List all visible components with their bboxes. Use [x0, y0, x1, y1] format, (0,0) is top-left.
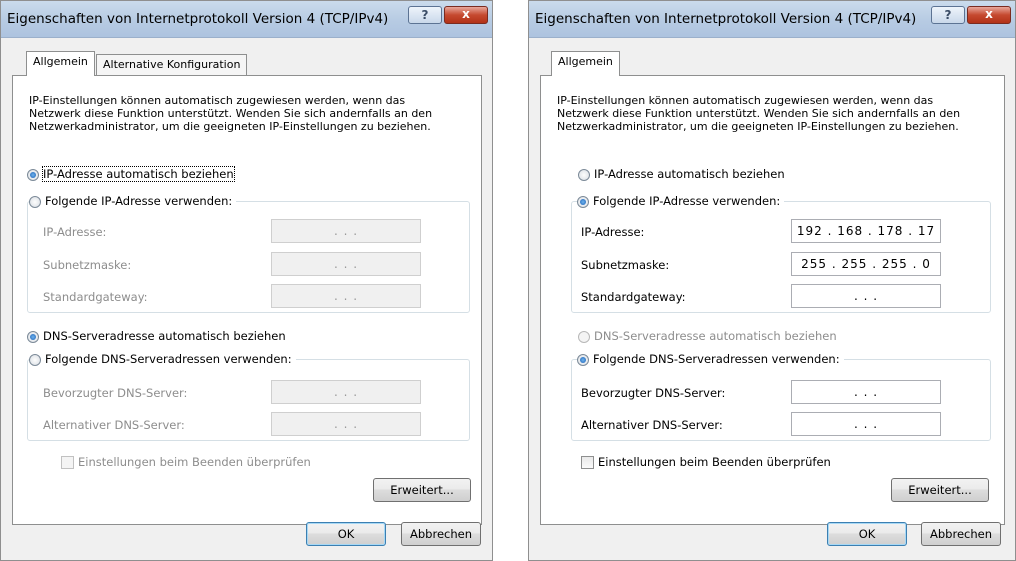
gateway-label: Standardgateway:	[581, 290, 686, 304]
alternate-dns-input[interactable]: . . .	[271, 412, 421, 436]
radio-ip-auto-indicator	[578, 169, 590, 181]
title-bar[interactable]: Eigenschaften von Internetprotokoll Vers…	[529, 1, 1015, 38]
help-button[interactable]: ?	[931, 6, 965, 24]
ip-address-input[interactable]: 192 . 168 . 178 . 17	[791, 219, 941, 243]
intro-text: IP-Einstellungen können automatisch zuge…	[29, 94, 433, 133]
radio-dns-auto-label: DNS-Serveradresse automatisch beziehen	[594, 329, 837, 343]
radio-dns-manual-indicator	[577, 354, 589, 366]
radio-ip-manual[interactable]: Folgende IP-Adresse verwenden:	[29, 193, 237, 209]
radio-ip-auto-label: IP-Adresse automatisch beziehen	[594, 167, 785, 181]
alternate-dns-label: Alternativer DNS-Server:	[581, 418, 723, 432]
gateway-input[interactable]: . . .	[271, 284, 421, 308]
validate-on-exit-box	[581, 456, 594, 469]
tcpip-properties-dialog-right: Eigenschaften von Internetprotokoll Vers…	[528, 0, 1016, 561]
advanced-button[interactable]: Erweitert...	[373, 478, 471, 502]
ok-button[interactable]: OK	[827, 522, 907, 546]
title-bar[interactable]: Eigenschaften von Internetprotokoll Vers…	[1, 1, 492, 38]
radio-dns-manual-indicator	[29, 354, 41, 366]
preferred-dns-input[interactable]: . . .	[791, 380, 941, 404]
radio-ip-auto-indicator	[27, 169, 39, 181]
radio-ip-manual-indicator	[577, 196, 589, 208]
help-button[interactable]: ?	[408, 6, 442, 24]
close-button[interactable]: x	[444, 6, 488, 24]
radio-dns-manual-label: Folgende DNS-Serveradressen verwenden:	[45, 352, 292, 366]
subnet-mask-input[interactable]: 255 . 255 . 255 . 0	[791, 252, 941, 276]
radio-dns-auto[interactable]: DNS-Serveradresse automatisch beziehen	[27, 328, 286, 344]
cancel-button[interactable]: Abbrechen	[401, 522, 481, 546]
radio-dns-auto-label: DNS-Serveradresse automatisch beziehen	[43, 329, 286, 343]
radio-ip-manual[interactable]: Folgende IP-Adresse verwenden:	[577, 193, 785, 209]
gateway-input[interactable]: . . .	[791, 284, 941, 308]
radio-dns-auto[interactable]: DNS-Serveradresse automatisch beziehen	[578, 328, 837, 344]
tab-allgemein[interactable]: Allgemein	[26, 51, 95, 76]
intro-text: IP-Einstellungen können automatisch zuge…	[557, 94, 961, 133]
radio-dns-manual[interactable]: Folgende DNS-Serveradressen verwenden:	[29, 351, 296, 367]
window-title: Eigenschaften von Internetprotokoll Vers…	[535, 11, 917, 27]
alternate-dns-input[interactable]: . . .	[791, 412, 941, 436]
tcpip-properties-dialog-left: Eigenschaften von Internetprotokoll Vers…	[0, 0, 493, 561]
validate-on-exit-checkbox[interactable]: Einstellungen beim Beenden überprüfen	[581, 454, 831, 470]
validate-on-exit-checkbox[interactable]: Einstellungen beim Beenden überprüfen	[61, 454, 311, 470]
preferred-dns-label: Bevorzugter DNS-Server:	[43, 386, 188, 400]
cancel-button[interactable]: Abbrechen	[921, 522, 1001, 546]
ip-address-label: IP-Adresse:	[43, 225, 107, 239]
radio-ip-auto-label: IP-Adresse automatisch beziehen	[42, 166, 235, 182]
validate-on-exit-label: Einstellungen beim Beenden überprüfen	[78, 455, 311, 469]
ip-address-input[interactable]: . . .	[271, 219, 421, 243]
radio-ip-manual-label: Folgende IP-Adresse verwenden:	[45, 194, 233, 208]
radio-ip-manual-label: Folgende IP-Adresse verwenden:	[593, 194, 781, 208]
preferred-dns-input[interactable]: . . .	[271, 380, 421, 404]
validate-on-exit-box	[61, 456, 74, 469]
tab-panel-allgemein: IP-Einstellungen können automatisch zuge…	[540, 75, 1005, 525]
alternate-dns-label: Alternativer DNS-Server:	[43, 418, 185, 432]
radio-dns-manual[interactable]: Folgende DNS-Serveradressen verwenden:	[577, 351, 844, 367]
radio-ip-auto[interactable]: IP-Adresse automatisch beziehen	[578, 166, 785, 182]
radio-dns-auto-indicator	[27, 331, 39, 343]
advanced-button[interactable]: Erweitert...	[891, 478, 989, 502]
radio-ip-manual-indicator	[29, 196, 41, 208]
preferred-dns-label: Bevorzugter DNS-Server:	[581, 386, 726, 400]
subnet-mask-label: Subnetzmaske:	[43, 258, 132, 272]
radio-dns-manual-label: Folgende DNS-Serveradressen verwenden:	[593, 352, 840, 366]
radio-dns-auto-indicator	[578, 331, 590, 343]
tab-panel-allgemein: IP-Einstellungen können automatisch zuge…	[12, 75, 482, 525]
subnet-mask-label: Subnetzmaske:	[581, 258, 670, 272]
gateway-label: Standardgateway:	[43, 290, 148, 304]
window-title: Eigenschaften von Internetprotokoll Vers…	[7, 11, 389, 27]
validate-on-exit-label: Einstellungen beim Beenden überprüfen	[598, 455, 831, 469]
ok-button[interactable]: OK	[306, 522, 386, 546]
subnet-mask-input[interactable]: . . .	[271, 252, 421, 276]
ip-address-label: IP-Adresse:	[581, 225, 645, 239]
tab-allgemein[interactable]: Allgemein	[551, 51, 620, 76]
close-button[interactable]: x	[967, 6, 1011, 24]
radio-ip-auto[interactable]: IP-Adresse automatisch beziehen	[27, 166, 235, 182]
tab-alternative-konfiguration[interactable]: Alternative Konfiguration	[96, 54, 248, 75]
